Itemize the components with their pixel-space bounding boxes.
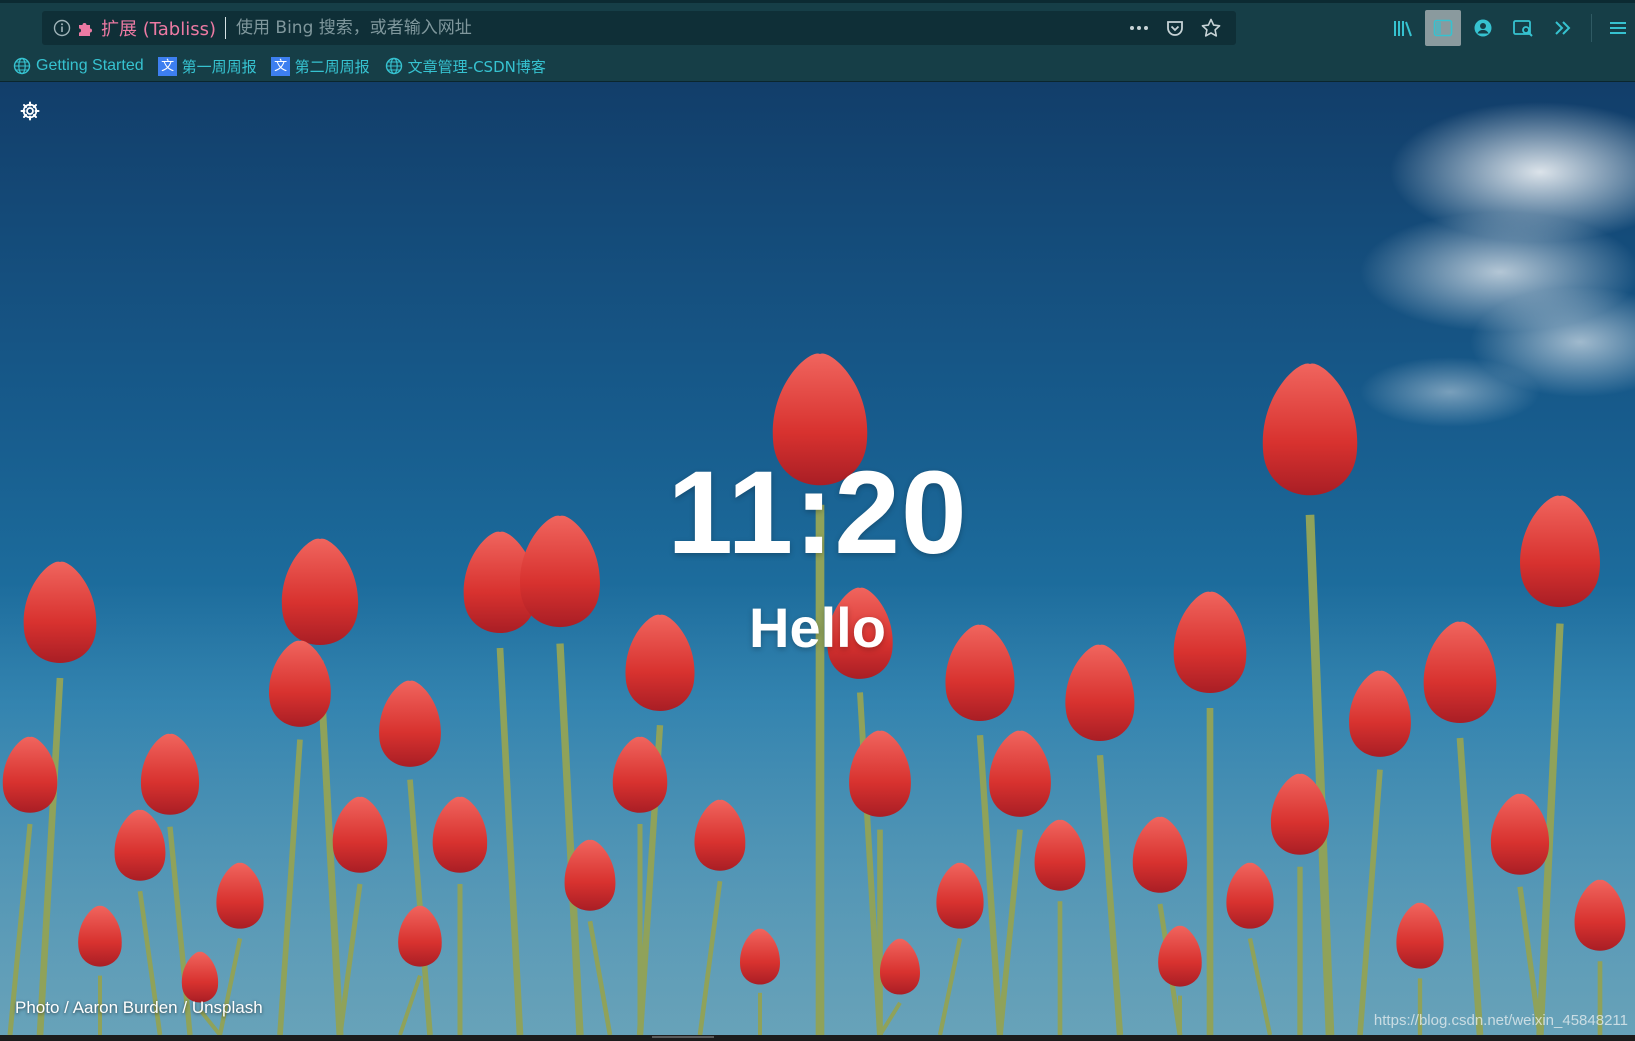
credit-separator: / xyxy=(182,998,188,1017)
photo-credit: Photo / Aaron Burden / Unsplash xyxy=(15,998,263,1018)
hamburger-menu-icon[interactable] xyxy=(1600,10,1635,46)
navigation-toolbar: 扩展 (Tabliss) xyxy=(0,8,1635,48)
tab-strip xyxy=(0,0,1635,3)
credit-source-link[interactable]: Unsplash xyxy=(192,998,263,1017)
browser-chrome: 扩展 (Tabliss) 使用 Bing 搜索，或者输入网址 Getting S… xyxy=(0,0,1635,82)
bookmark-label: 文章管理-CSDN博客 xyxy=(407,57,546,76)
translate-icon: 文 xyxy=(271,56,291,76)
bookmark-label: 第二周周报 xyxy=(294,57,370,76)
puzzle-icon xyxy=(79,23,92,36)
clock-time: 11:20 xyxy=(667,447,968,579)
credit-separator: / xyxy=(64,998,69,1017)
screenshot-icon[interactable] xyxy=(1505,10,1541,46)
resize-handle xyxy=(652,1036,714,1038)
bookmark-label: Getting Started xyxy=(36,57,144,74)
new-tab-page: 11:20 Hello Photo / Aaron Burden / Unspl… xyxy=(0,82,1635,1035)
toolbar-buttons xyxy=(1385,10,1635,46)
watermark-text: https://blog.csdn.net/weixin_45848211 xyxy=(1373,1012,1628,1029)
url-separator xyxy=(225,17,226,39)
star-icon[interactable] xyxy=(1200,17,1222,39)
bookmark-week1-report[interactable]: 文 第一周周报 xyxy=(158,56,257,77)
account-icon[interactable] xyxy=(1465,10,1501,46)
chevron-double-right-icon[interactable] xyxy=(1545,10,1581,46)
bookmark-week2-report[interactable]: 文 第二周周报 xyxy=(271,56,370,77)
page-actions xyxy=(1128,17,1222,39)
globe-icon xyxy=(12,56,32,76)
bookmark-csdn-articles[interactable]: 文章管理-CSDN博客 xyxy=(384,56,546,77)
translate-icon: 文 xyxy=(158,56,178,76)
credit-author-link[interactable]: Aaron Burden xyxy=(73,998,178,1017)
url-bar[interactable]: 扩展 (Tabliss) xyxy=(42,11,1236,45)
gear-icon[interactable] xyxy=(19,100,41,122)
sidebar-icon[interactable] xyxy=(1425,10,1461,46)
toolbar-separator xyxy=(1591,14,1592,42)
url-input[interactable] xyxy=(236,18,1128,38)
window-bottom-edge xyxy=(0,1035,1635,1041)
info-icon[interactable] xyxy=(53,19,71,37)
credit-photo-link[interactable]: Photo xyxy=(15,998,59,1017)
greeting-text: Hello xyxy=(749,596,886,659)
bookmark-label: 第一周周报 xyxy=(181,57,257,76)
bookmark-getting-started[interactable]: Getting Started xyxy=(12,56,144,76)
globe-icon xyxy=(384,56,404,76)
bookmarks-toolbar: Getting Started 文 第一周周报 文 第二周周报 文章管理-CSD… xyxy=(12,53,560,79)
library-icon[interactable] xyxy=(1385,10,1421,46)
pocket-icon[interactable] xyxy=(1164,17,1186,39)
identity-label: 扩展 (Tabliss) xyxy=(101,19,216,40)
more-dots-icon[interactable] xyxy=(1128,17,1150,39)
